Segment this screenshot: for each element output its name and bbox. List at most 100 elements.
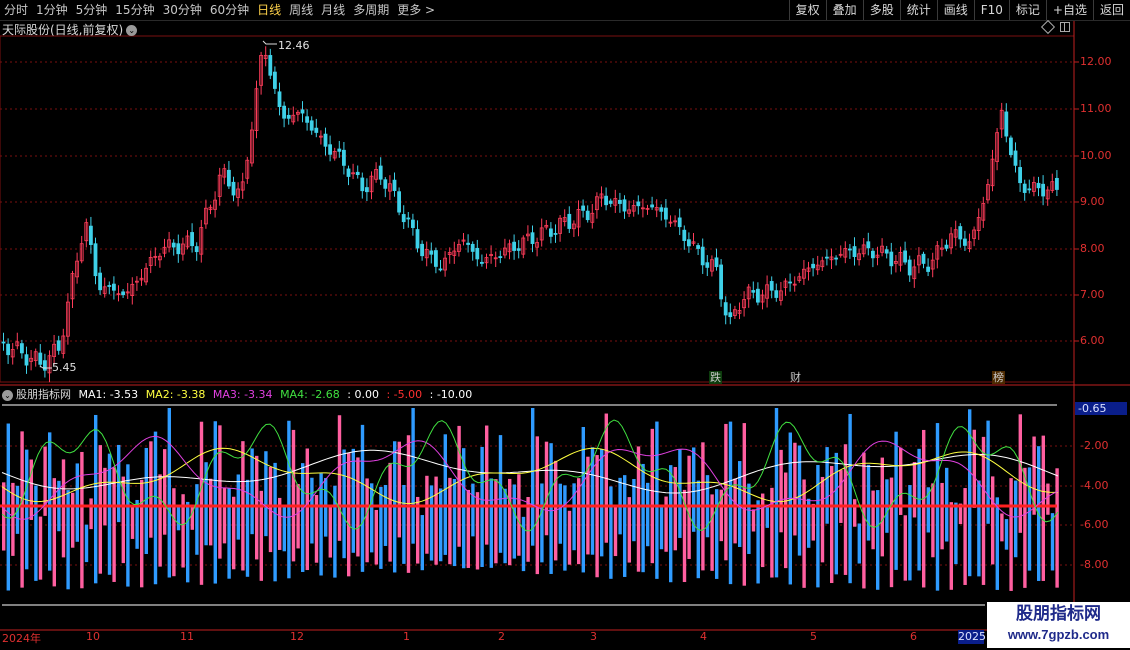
indicator-bar-184 <box>848 413 852 584</box>
price-candle-20 <box>93 243 98 277</box>
watermark-line2: www.7gpzb.com <box>1007 627 1110 642</box>
period-tab-1[interactable]: 1分钟 <box>32 0 72 20</box>
price-candle-188 <box>866 241 871 249</box>
indicator-bar-115 <box>531 407 535 546</box>
price-panel-frame <box>0 35 1075 383</box>
indicator-bar-217 <box>1000 513 1004 542</box>
indicator-bar-71 <box>328 504 332 558</box>
indicator-bar-91 <box>420 515 424 571</box>
tool-button-6[interactable]: 标记 <box>1008 0 1046 20</box>
indicator-bar-146 <box>673 467 677 551</box>
price-candle-12 <box>56 340 61 351</box>
period-tab-8[interactable]: 月线 <box>317 0 349 20</box>
stock-title[interactable]: 天际股份(日线,前复权) ⌄ <box>2 21 138 38</box>
date-tick-5: 2 <box>498 630 505 643</box>
tool-button-5[interactable]: F10 <box>973 0 1009 20</box>
chevron-down-icon[interactable]: ⌄ <box>2 389 13 401</box>
period-tab-4[interactable]: 30分钟 <box>159 0 206 20</box>
price-candle-158 <box>728 312 733 318</box>
price-candle-111 <box>512 241 516 251</box>
price-candle-4 <box>19 343 24 354</box>
tool-button-1[interactable]: 叠加 <box>825 0 863 20</box>
price-candle-149 <box>687 239 691 247</box>
period-tab-0[interactable]: 分时 <box>0 0 32 20</box>
tool-button-4[interactable]: 画线 <box>936 0 974 20</box>
price-candle-123 <box>567 213 572 229</box>
ma3-value: MA3: -3.34 <box>212 388 273 401</box>
layout-icon[interactable] <box>1060 22 1070 32</box>
indicator-bar-5 <box>25 449 29 570</box>
period-tab-5[interactable]: 60分钟 <box>206 0 253 20</box>
indicator-bar-86 <box>397 441 401 538</box>
price-tick-4: 8.00 <box>1080 242 1105 255</box>
date-tick-2: 11 <box>180 630 194 643</box>
indicator-bar-47 <box>218 425 222 559</box>
price-candle-21 <box>98 272 102 291</box>
price-candle-78 <box>360 177 365 192</box>
price-candle-134 <box>618 199 622 204</box>
price-candle-79 <box>364 187 369 193</box>
indicator-bar-119 <box>549 443 553 574</box>
tool-button-3[interactable]: 统计 <box>899 0 937 20</box>
kline-chart[interactable] <box>0 0 1130 650</box>
indicator-bar-135 <box>623 475 627 577</box>
price-candle-23 <box>107 285 112 287</box>
indicator-bar-89 <box>411 407 415 544</box>
price-candle-219 <box>1009 137 1013 156</box>
period-tabs: 分时 1分钟 5分钟 15分钟 30分钟 60分钟 日线 周线 月线 多周期 更多 > <box>0 0 439 20</box>
price-candle-193 <box>889 251 894 267</box>
period-tab-10[interactable]: 更多 > <box>393 0 439 20</box>
indicator-name[interactable]: 股朋指标网 <box>16 388 71 401</box>
event-tag-ranking[interactable]: 榜 <box>992 371 1005 384</box>
event-tag-finance[interactable]: 财 <box>789 371 802 384</box>
top-toolbar: 分时 1分钟 5分钟 15分钟 30分钟 60分钟 日线 周线 月线 多周期 更多 > 复权 叠加 多股… <box>0 0 1130 21</box>
indicator-bar-200 <box>922 429 926 588</box>
indicator-bar-7 <box>34 485 38 581</box>
indicator-bar-45 <box>209 478 213 546</box>
indicator-bar-164 <box>756 500 760 584</box>
price-candle-223 <box>1027 188 1032 191</box>
price-candle-197 <box>907 259 912 276</box>
price-candle-85 <box>392 179 397 191</box>
price-candle-38 <box>176 243 181 255</box>
price-candle-229 <box>1055 177 1059 190</box>
tool-button-2[interactable]: 多股 <box>862 0 900 20</box>
price-candle-0 <box>1 341 6 344</box>
indicator-bar-54 <box>250 448 254 535</box>
price-candle-148 <box>682 229 687 241</box>
price-candle-24 <box>112 283 116 291</box>
tool-button-8[interactable]: 返回 <box>1092 0 1130 20</box>
price-candle-77 <box>355 171 360 176</box>
event-tag-drop[interactable]: 跌 <box>709 371 722 384</box>
price-candle-41 <box>190 232 195 247</box>
date-tick-0: 2024年 <box>2 632 41 645</box>
indicator-bar-206 <box>949 502 953 590</box>
indicator-bar-216 <box>995 497 999 590</box>
indicator-bar-55 <box>255 455 259 560</box>
price-candle-91 <box>420 243 425 257</box>
price-candle-147 <box>677 217 682 228</box>
date-tick-7: 4 <box>700 630 707 643</box>
price-candle-220 <box>1013 150 1018 166</box>
indicator-bar-222 <box>1023 467 1027 588</box>
chevron-down-icon[interactable]: ⌄ <box>126 25 138 36</box>
period-tab-6[interactable]: 日线 <box>253 0 285 20</box>
price-candle-208 <box>958 226 963 240</box>
price-candle-181 <box>834 257 838 260</box>
period-tab-7[interactable]: 周线 <box>285 0 317 20</box>
indicator-bar-178 <box>820 476 825 563</box>
indicator-bar-138 <box>636 446 641 572</box>
price-candle-1 <box>6 343 10 356</box>
indicator-bar-142 <box>655 421 659 579</box>
tool-button-0[interactable]: 复权 <box>788 0 826 20</box>
indicator-bar-79 <box>365 478 369 563</box>
period-tab-2[interactable]: 5分钟 <box>72 0 112 20</box>
period-tab-3[interactable]: 15分钟 <box>111 0 158 20</box>
indicator-bar-43 <box>199 421 204 585</box>
indicator-bar-25 <box>117 444 121 523</box>
price-candle-89 <box>410 219 415 228</box>
period-tab-9[interactable]: 多周期 <box>349 0 393 20</box>
tool-button-7[interactable]: +自选 <box>1045 0 1093 20</box>
price-candle-151 <box>696 245 700 249</box>
indicator-current-value: -0.65 <box>1075 402 1127 415</box>
